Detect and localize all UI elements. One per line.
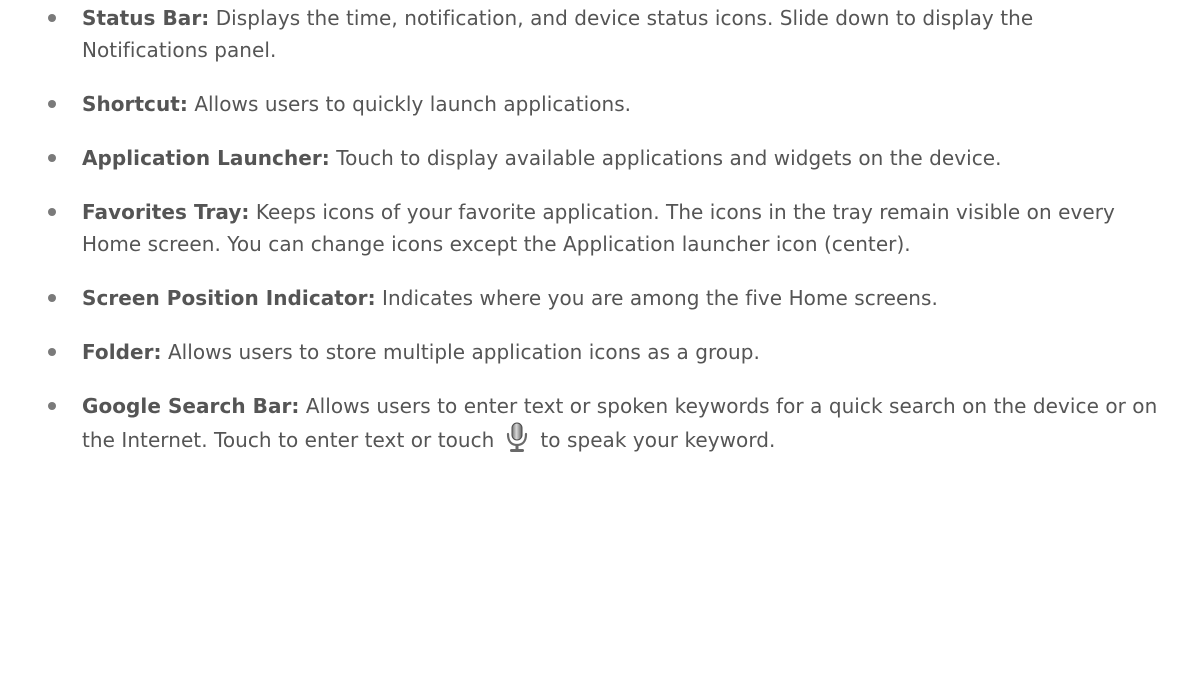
item-description: Touch to display available applications … (329, 146, 1002, 170)
bullet-dot (48, 294, 56, 302)
bullet-dot (48, 100, 56, 108)
item-term: Shortcut: (82, 92, 188, 116)
feature-list: Status Bar: Displays the time, notificat… (48, 2, 1158, 456)
item-description: Allows users to quickly launch applicati… (187, 92, 632, 116)
list-item-application-launcher: Application Launcher: Touch to display a… (48, 142, 1158, 174)
item-term: Screen Position Indicator: (82, 286, 376, 310)
item-term: Google Search Bar: (82, 394, 300, 418)
list-item-folder: Folder: Allows users to store multiple a… (48, 336, 1158, 368)
bullet-dot (48, 348, 56, 356)
microphone-icon (507, 422, 528, 452)
list-item-screen-position-indicator: Screen Position Indicator: Indicates whe… (48, 282, 1158, 314)
document-page: Status Bar: Displays the time, notificat… (0, 0, 1198, 695)
bullet-dot (48, 402, 56, 410)
item-description-continued: to speak your keyword. (540, 428, 776, 452)
item-term: Status Bar: (82, 6, 210, 30)
bullet-dot (48, 14, 56, 22)
bullet-dot (48, 154, 56, 162)
list-item-favorites-tray: Favorites Tray: Keeps icons of your favo… (48, 196, 1158, 260)
item-term: Folder: (82, 340, 162, 364)
list-item-status-bar: Status Bar: Displays the time, notificat… (48, 2, 1158, 66)
bullet-dot (48, 208, 56, 216)
item-description: Allows users to store multiple applicati… (161, 340, 760, 364)
item-term: Application Launcher: (82, 146, 330, 170)
item-term: Favorites Tray: (82, 200, 250, 224)
list-item-shortcut: Shortcut: Allows users to quickly launch… (48, 88, 1158, 120)
item-description: Displays the time, notification, and dev… (82, 6, 1034, 62)
list-item-google-search-bar: Google Search Bar: Allows users to enter… (48, 390, 1158, 456)
item-description: Indicates where you are among the five H… (375, 286, 938, 310)
